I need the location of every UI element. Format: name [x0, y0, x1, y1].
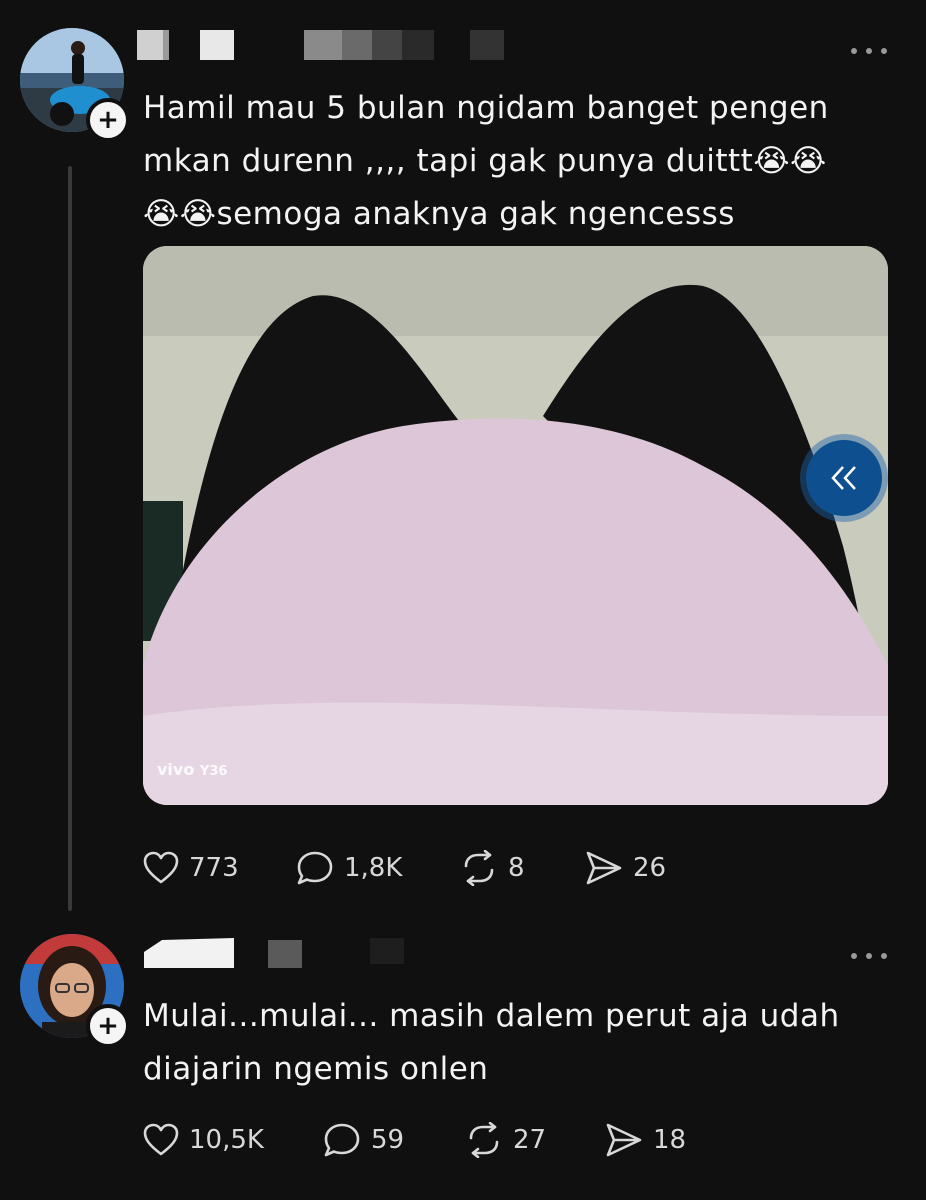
post-body: Mulai...mulai... masih dalem perut aja u… [143, 990, 903, 1096]
more-dots-icon[interactable] [851, 46, 887, 56]
post-text-line: diajarin ngemis onlen [143, 1051, 489, 1087]
repost-count: 8 [508, 853, 525, 883]
thread-post-reply: + Mulai...mulai... masih dalem perut aja… [0, 920, 926, 1200]
post-actions: 10,5K 59 27 18 [143, 1120, 843, 1160]
post-text-line: Mulai...mulai... masih dalem perut aja u… [143, 998, 840, 1034]
repost-button[interactable]: 27 [465, 1120, 546, 1160]
heart-icon [143, 1123, 179, 1156]
follow-button[interactable]: + [86, 98, 130, 142]
reply-button[interactable]: 1,8K [296, 848, 402, 888]
username-redacted [144, 938, 414, 968]
repost-button[interactable]: 8 [460, 848, 525, 888]
like-count: 10,5K [189, 1125, 264, 1155]
reply-count: 59 [371, 1125, 405, 1155]
thread-post-original: + Hamil mau 5 bulan ngidam banget pengen… [0, 0, 926, 920]
reply-button[interactable]: 59 [323, 1120, 404, 1160]
camera-watermark: vivo Y36 [157, 760, 227, 779]
share-button[interactable]: 18 [605, 1120, 686, 1160]
double-chevron-left-icon [831, 466, 856, 490]
heart-icon [143, 851, 179, 884]
like-count: 773 [189, 853, 239, 883]
plus-icon: + [97, 105, 119, 135]
comment-bubble-icon [324, 1123, 360, 1157]
repost-icon [464, 850, 494, 886]
like-button[interactable]: 10,5K [143, 1120, 264, 1160]
camera-brand: vivo [157, 760, 195, 779]
share-button[interactable]: 26 [585, 848, 666, 888]
repost-count: 27 [513, 1125, 547, 1155]
username-redacted [137, 30, 517, 60]
post-image[interactable]: vivo Y36 [143, 246, 888, 805]
carousel-scroll-left-button[interactable] [806, 440, 882, 516]
plus-icon: + [97, 1011, 119, 1041]
post-text-line: mkan durenn ,,,, tapi gak punya duittt😭😭 [143, 143, 827, 179]
repost-icon [469, 1122, 499, 1158]
thread-connector-line [68, 166, 72, 911]
share-count: 26 [633, 853, 667, 883]
more-dots-icon[interactable] [851, 951, 887, 961]
follow-button[interactable]: + [86, 1004, 130, 1048]
comment-bubble-icon [297, 851, 333, 885]
post-actions: 773 1,8K 8 26 [143, 848, 843, 888]
photo-pregnant-belly [143, 246, 888, 805]
send-icon [586, 851, 622, 885]
post-text-line: Hamil mau 5 bulan ngidam banget pengen [143, 90, 829, 126]
reply-count: 1,8K [344, 853, 403, 883]
like-button[interactable]: 773 [143, 848, 239, 888]
post-text-line: 😭😭semoga anaknya gak ngencesss [143, 196, 735, 232]
send-icon [606, 1123, 642, 1157]
share-count: 18 [653, 1125, 687, 1155]
post-body: Hamil mau 5 bulan ngidam banget pengen m… [143, 82, 903, 241]
camera-model: Y36 [199, 764, 228, 779]
